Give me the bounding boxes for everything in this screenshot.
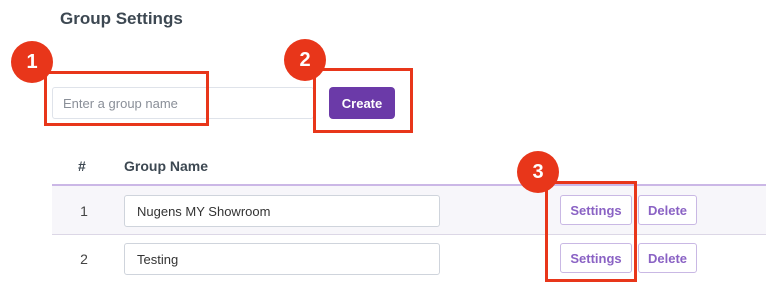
- group-name-field[interactable]: [124, 195, 440, 227]
- page-title: Group Settings: [60, 9, 183, 28]
- row-number: 1: [80, 203, 88, 219]
- column-header-group-name: Group Name: [124, 158, 209, 174]
- highlight-box-settings: [545, 181, 637, 282]
- highlight-box-create: [313, 68, 413, 133]
- group-name-field[interactable]: [124, 243, 440, 275]
- step-marker-3: 3: [517, 151, 559, 193]
- highlight-box-input: [44, 71, 209, 126]
- row-number: 2: [80, 251, 88, 267]
- delete-button[interactable]: Delete: [638, 243, 697, 273]
- step-marker-2: 2: [284, 39, 326, 81]
- delete-button[interactable]: Delete: [638, 195, 697, 225]
- column-header-number: #: [78, 158, 86, 174]
- row-divider: [52, 234, 766, 235]
- step-marker-1: 1: [11, 41, 53, 83]
